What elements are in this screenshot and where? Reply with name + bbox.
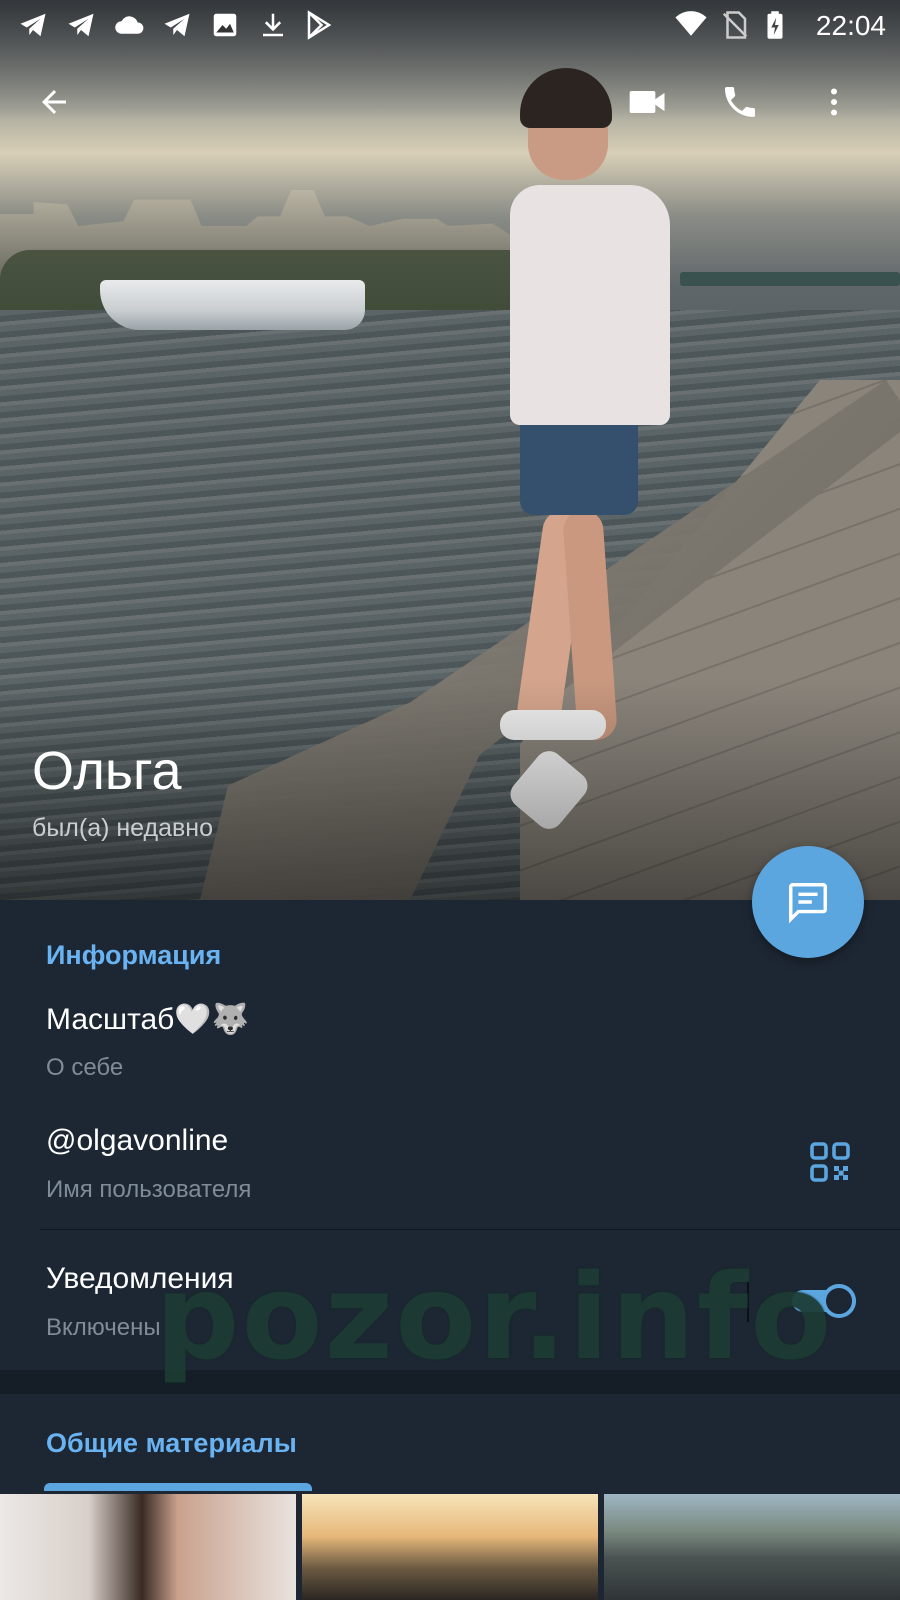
photo-bridge <box>680 272 900 286</box>
shared-photo-1[interactable] <box>0 1494 296 1600</box>
info-section-title: Информация <box>46 940 222 970</box>
call-button[interactable] <box>716 78 764 126</box>
status-time: 22:04 <box>815 10 886 41</box>
watermark: pozor.info <box>155 1248 834 1386</box>
divider <box>40 1229 900 1230</box>
telegram-icon <box>164 13 190 37</box>
status-bar: 22:04 <box>0 0 900 48</box>
bio-label: О себе <box>46 1054 124 1081</box>
more-vertical-icon <box>831 88 837 116</box>
username-text: @olgavonline <box>46 1124 229 1157</box>
battery-charging-icon <box>767 11 783 39</box>
shared-photo-3[interactable] <box>604 1494 900 1600</box>
cloud-icon <box>115 16 144 34</box>
image-icon <box>213 13 237 37</box>
send-message-button[interactable] <box>752 846 864 958</box>
bio-text: Масштаб🤍🐺 <box>46 1003 250 1036</box>
telegram-icon <box>68 13 94 37</box>
username-label: Имя пользователя <box>46 1176 252 1203</box>
phone-icon <box>725 87 755 117</box>
shared-media-tab-indicator <box>44 1483 312 1491</box>
play-store-icon <box>307 10 332 40</box>
qr-code-icon <box>810 1142 850 1182</box>
shared-media-title: Общие материалы <box>46 1428 297 1458</box>
photo-boat <box>100 280 365 330</box>
video-camera-icon <box>629 91 665 113</box>
no-sim-icon <box>722 11 748 39</box>
message-icon <box>789 883 827 924</box>
download-icon <box>263 13 283 37</box>
back-button[interactable] <box>30 78 78 126</box>
qr-code-button[interactable] <box>806 1138 854 1186</box>
wifi-icon <box>675 11 707 36</box>
more-menu-button[interactable] <box>810 78 858 126</box>
notifications-status: Включены <box>46 1314 161 1341</box>
profile-last-seen: был(а) недавно <box>32 814 214 842</box>
profile-name: Ольга <box>32 741 182 801</box>
arrow-left-icon <box>42 90 66 114</box>
telegram-icon <box>20 13 46 37</box>
video-call-button[interactable] <box>624 78 672 126</box>
shared-photo-2[interactable] <box>302 1494 598 1600</box>
